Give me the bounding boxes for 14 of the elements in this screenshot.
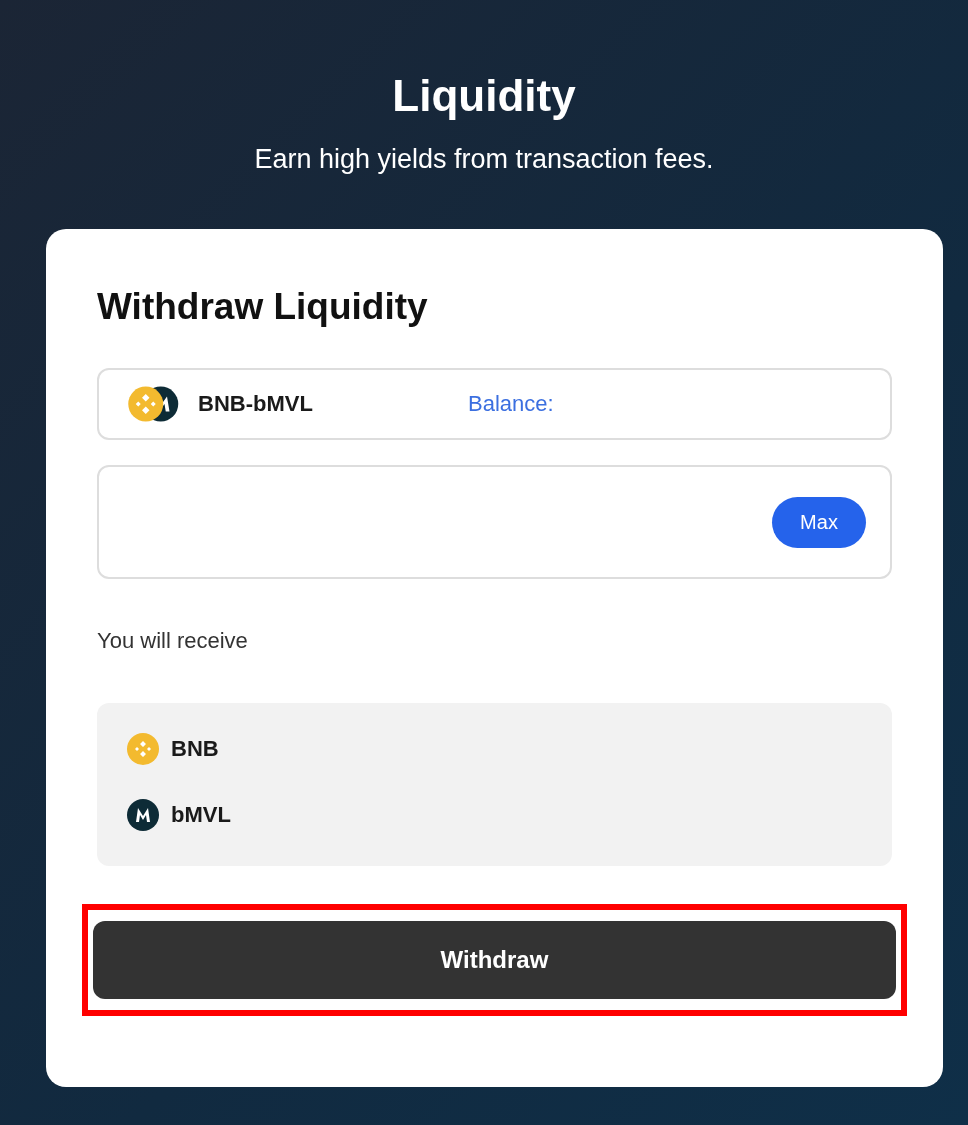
max-button[interactable]: Max xyxy=(772,496,866,548)
page-subtitle: Earn high yields from transaction fees. xyxy=(253,143,715,176)
coin-icon xyxy=(127,799,159,831)
pair-selector[interactable]: BNB-bMVL Balance: xyxy=(97,368,892,440)
withdraw-button[interactable]: Withdraw xyxy=(93,921,896,999)
pair-label: BNB-bMVL xyxy=(198,391,314,417)
amount-field[interactable]: Max xyxy=(97,465,892,579)
token-symbol: BNB xyxy=(171,736,219,762)
card-title: Withdraw Liquidity xyxy=(97,285,429,329)
balance-label: Balance: xyxy=(468,391,554,417)
page-title: Liquidity xyxy=(391,70,577,122)
token-symbol: bMVL xyxy=(171,802,231,828)
coin-icon xyxy=(127,733,159,765)
receive-label: You will receive xyxy=(97,627,249,655)
